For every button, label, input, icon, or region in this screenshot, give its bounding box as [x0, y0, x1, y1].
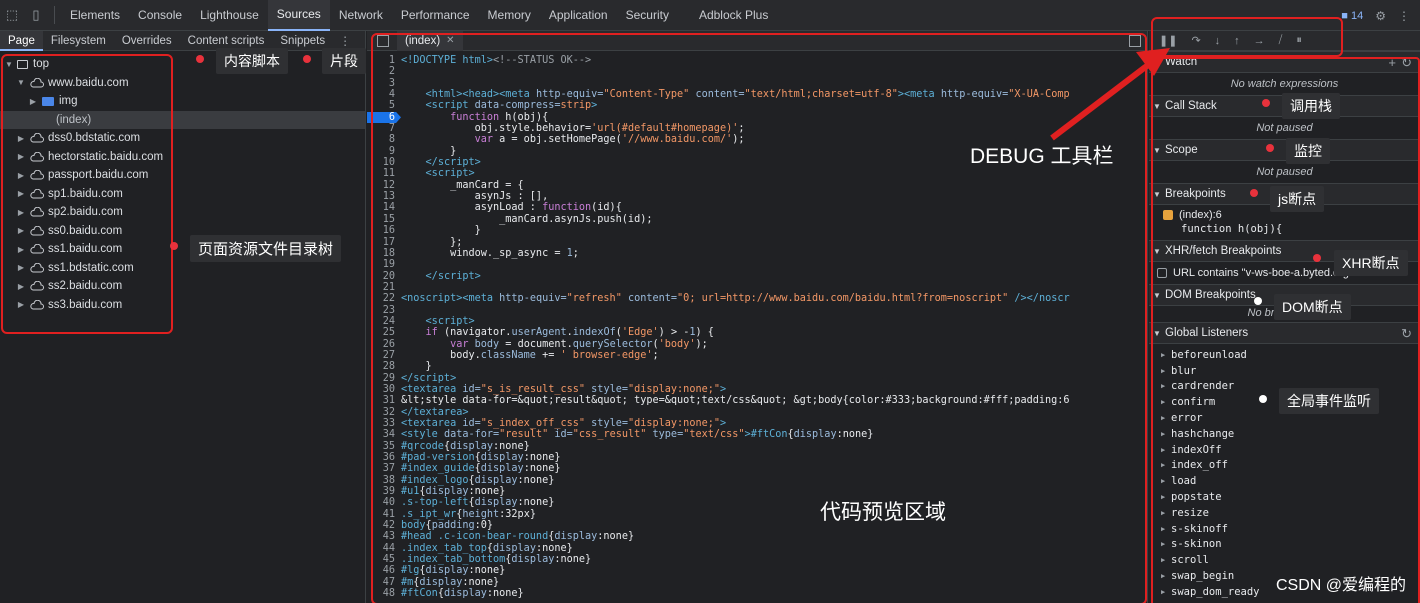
- panel-tab-network[interactable]: Network: [330, 0, 392, 31]
- xhr-breakpoints-callout: XHR断点: [1334, 250, 1408, 276]
- tree-highlight-box: [1, 54, 173, 334]
- annotation-dot: [1266, 144, 1274, 152]
- annotation-dot: [1250, 189, 1258, 197]
- settings-gear-icon[interactable]: ⚙: [1375, 9, 1386, 23]
- js-breakpoints-callout: js断点: [1270, 186, 1325, 212]
- more-tabs-icon[interactable]: ⋮: [339, 34, 351, 48]
- panel-tab-lighthouse[interactable]: Lighthouse: [191, 0, 268, 31]
- navigator-tabs: Page Filesystem Overrides Content scripts Sn…: [0, 30, 365, 51]
- panel-tab-console[interactable]: Console: [129, 0, 191, 31]
- snippets-callout: 片段: [322, 48, 366, 74]
- navigator-tab-overrides[interactable]: Overrides: [114, 31, 180, 51]
- dom-breakpoints-callout: DOM断点: [1274, 294, 1351, 320]
- navigator-tab-filesystem[interactable]: Filesystem: [43, 31, 114, 51]
- watermark: CSDN @爱编程的: [1275, 577, 1406, 594]
- issues-badge[interactable]: ■ 14: [1341, 10, 1363, 22]
- navigator-tab-page[interactable]: Page: [0, 30, 43, 51]
- panel-tab-security[interactable]: Security: [617, 0, 678, 31]
- inspect-element-icon[interactable]: ⬚: [0, 0, 24, 31]
- panel-tabs: Elements Console Lighthouse Sources Network P…: [61, 0, 777, 31]
- panel-tab-application[interactable]: Application: [540, 0, 617, 31]
- device-toolbar-icon[interactable]: ▯: [24, 0, 48, 31]
- issues-count: 14: [1350, 9, 1364, 22]
- scope-callout: 监控: [1286, 138, 1330, 164]
- code-preview-label: 代码预览区域: [820, 501, 946, 524]
- global-listeners-callout: 全局事件监听: [1279, 388, 1379, 414]
- panel-tab-sources[interactable]: Sources: [267, 0, 330, 31]
- content-scripts-callout: 内容脚本: [216, 48, 288, 74]
- tree-callout: 页面资源文件目录树: [190, 235, 342, 262]
- arrow-to-toolbar-icon: [1050, 48, 1170, 141]
- call-stack-callout: 调用栈: [1282, 93, 1340, 119]
- annotation-dot: [196, 55, 204, 63]
- code-highlight-box: [371, 33, 1147, 603]
- annotation-dot: [1313, 254, 1321, 262]
- toolbar-right: ■ 14 ⚙ ⋮: [1341, 0, 1410, 31]
- annotation-dot: [1259, 395, 1267, 403]
- panel-tab-performance[interactable]: Performance: [392, 0, 479, 31]
- more-options-icon[interactable]: ⋮: [1398, 9, 1410, 23]
- panel-tab-adblock-plus[interactable]: Adblock Plus: [690, 0, 777, 31]
- annotation-dot: [1254, 297, 1262, 305]
- annotation-dot: [303, 55, 311, 63]
- panel-tab-elements[interactable]: Elements: [61, 0, 129, 31]
- annotation-dot: [1262, 99, 1270, 107]
- toolbar-divider: [54, 6, 55, 24]
- annotation-dot: [170, 242, 178, 250]
- panel-tab-memory[interactable]: Memory: [479, 0, 540, 31]
- debug-toolbar-label: DEBUG 工具栏: [970, 145, 1114, 168]
